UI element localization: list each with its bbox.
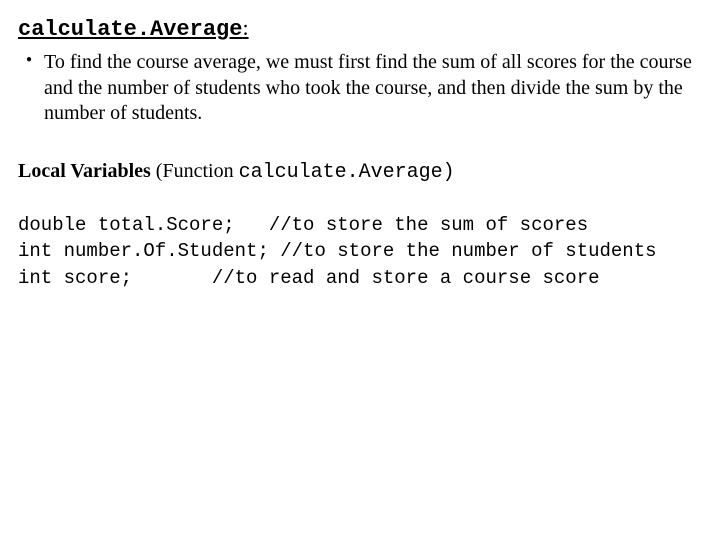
subheading-open: (Function	[151, 160, 239, 182]
code-line-3-decl: int score;	[18, 267, 212, 289]
code-line-2-decl: int number.Of.Student;	[18, 240, 280, 262]
local-variables-label: Local Variables	[18, 160, 151, 182]
code-line-2-comment: //to store the number of students	[280, 240, 656, 262]
function-name: calculate.Average	[18, 17, 242, 42]
heading-colon: :	[242, 15, 248, 40]
code-line-1-comment: //to store the sum of scores	[269, 214, 588, 236]
description-item: To find the course average, we must firs…	[44, 50, 696, 127]
function-heading: calculate.Average:	[18, 14, 702, 44]
code-block: double total.Score; //to store the sum o…	[18, 212, 702, 292]
code-line-1-decl: double total.Score;	[18, 214, 269, 236]
code-line-3-comment: //to read and store a course score	[212, 267, 600, 289]
local-variables-heading: Local Variables (Function calculate.Aver…	[18, 159, 702, 186]
description-list: To find the course average, we must firs…	[18, 50, 702, 127]
description-text: To find the course average, we must firs…	[44, 51, 692, 124]
subheading-fn: calculate.Average)	[239, 161, 455, 184]
